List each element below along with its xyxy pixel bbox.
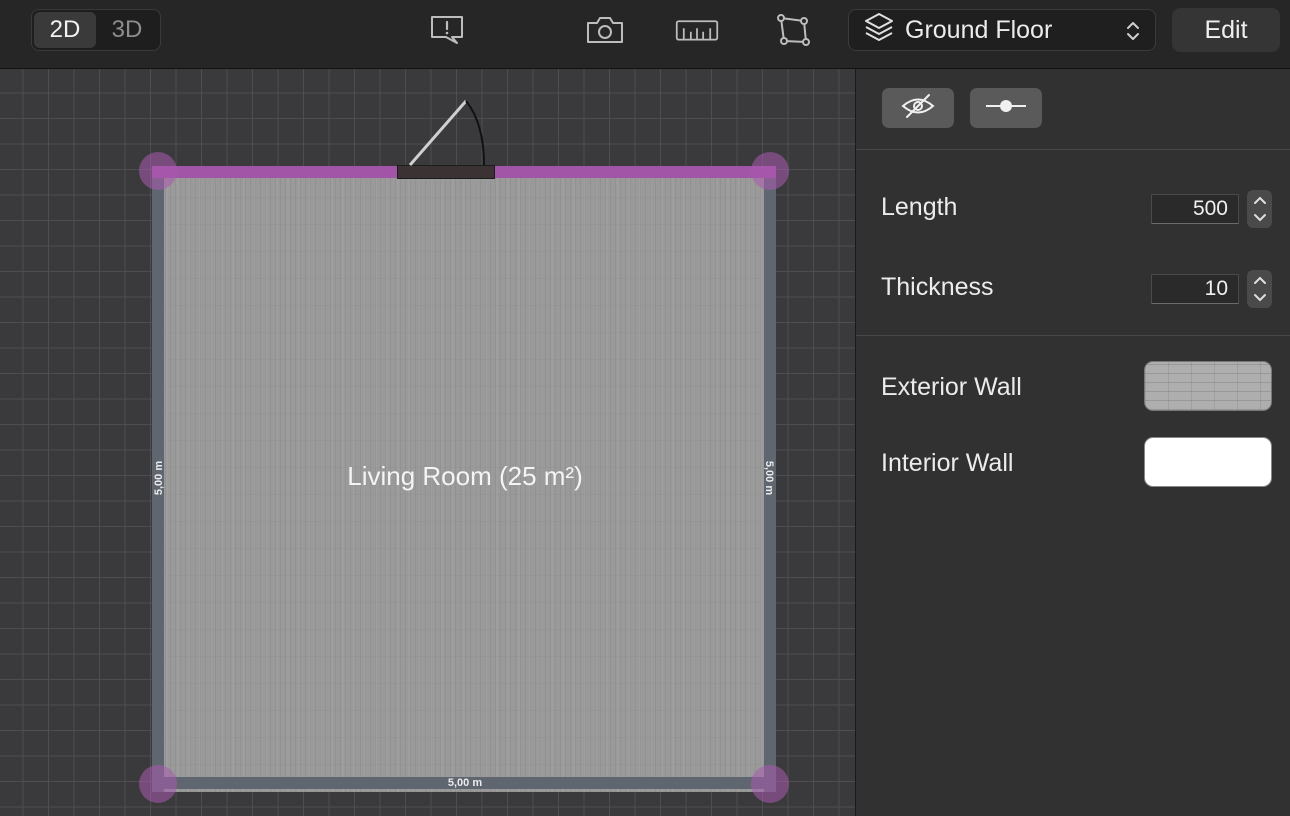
hide-icon <box>901 93 935 124</box>
corner-handle-bottom-right[interactable] <box>751 765 789 803</box>
length-stepper[interactable] <box>1247 190 1272 228</box>
ruler-icon[interactable] <box>675 10 719 50</box>
floor-selector-label: Ground Floor <box>905 15 1053 44</box>
polygon-icon[interactable] <box>771 10 815 50</box>
chevron-down-icon <box>1253 214 1266 222</box>
divider <box>856 335 1290 336</box>
toolbar: 2D 3D Ground Floor Edit <box>0 0 1290 69</box>
floor-selector[interactable]: Ground Floor <box>848 9 1156 51</box>
interior-wall-color-swatch[interactable] <box>1144 437 1272 487</box>
thickness-label: Thickness <box>881 273 994 301</box>
hide-button[interactable] <box>882 88 954 128</box>
exterior-wall-label: Exterior Wall <box>881 373 1022 401</box>
length-label: Length <box>881 193 958 221</box>
divider <box>856 149 1290 150</box>
split-wall-button[interactable] <box>970 88 1042 128</box>
layers-icon <box>863 11 895 50</box>
room-label[interactable]: Living Room (25 m²) <box>155 461 775 492</box>
view-3d-button[interactable]: 3D <box>96 12 158 48</box>
chevron-down-icon <box>1253 294 1266 302</box>
chevron-updown-icon <box>1125 19 1141 48</box>
edit-button[interactable]: Edit <box>1172 8 1280 52</box>
floor-plan-canvas[interactable]: Living Room (25 m²) 5,00 m 5,00 m 5,00 m <box>0 69 855 816</box>
chevron-up-icon <box>1253 276 1266 284</box>
inspector-panel: Length Thickness Exterior Wall Interior … <box>855 69 1290 816</box>
exterior-wall-material-swatch[interactable] <box>1144 361 1272 411</box>
view-2d-button[interactable]: 2D <box>34 12 96 48</box>
length-input[interactable] <box>1151 194 1239 224</box>
split-icon <box>984 96 1028 121</box>
thickness-stepper[interactable] <box>1247 270 1272 308</box>
corner-handle-top-right[interactable] <box>751 152 789 190</box>
door-swing-icon <box>408 100 485 166</box>
view-mode-segmented-control: 2D 3D <box>31 9 161 51</box>
dimension-label-right: 5,00 m <box>763 460 775 496</box>
thickness-input[interactable] <box>1151 274 1239 304</box>
dimension-label-bottom: 5,00 m <box>447 777 483 789</box>
interior-wall-label: Interior Wall <box>881 449 1014 477</box>
camera-icon[interactable] <box>583 10 627 50</box>
dimension-label-left: 5,00 m <box>153 460 165 496</box>
corner-handle-top-left[interactable] <box>139 152 177 190</box>
feedback-icon[interactable] <box>425 10 469 50</box>
chevron-up-icon <box>1253 196 1266 204</box>
corner-handle-bottom-left[interactable] <box>139 765 177 803</box>
